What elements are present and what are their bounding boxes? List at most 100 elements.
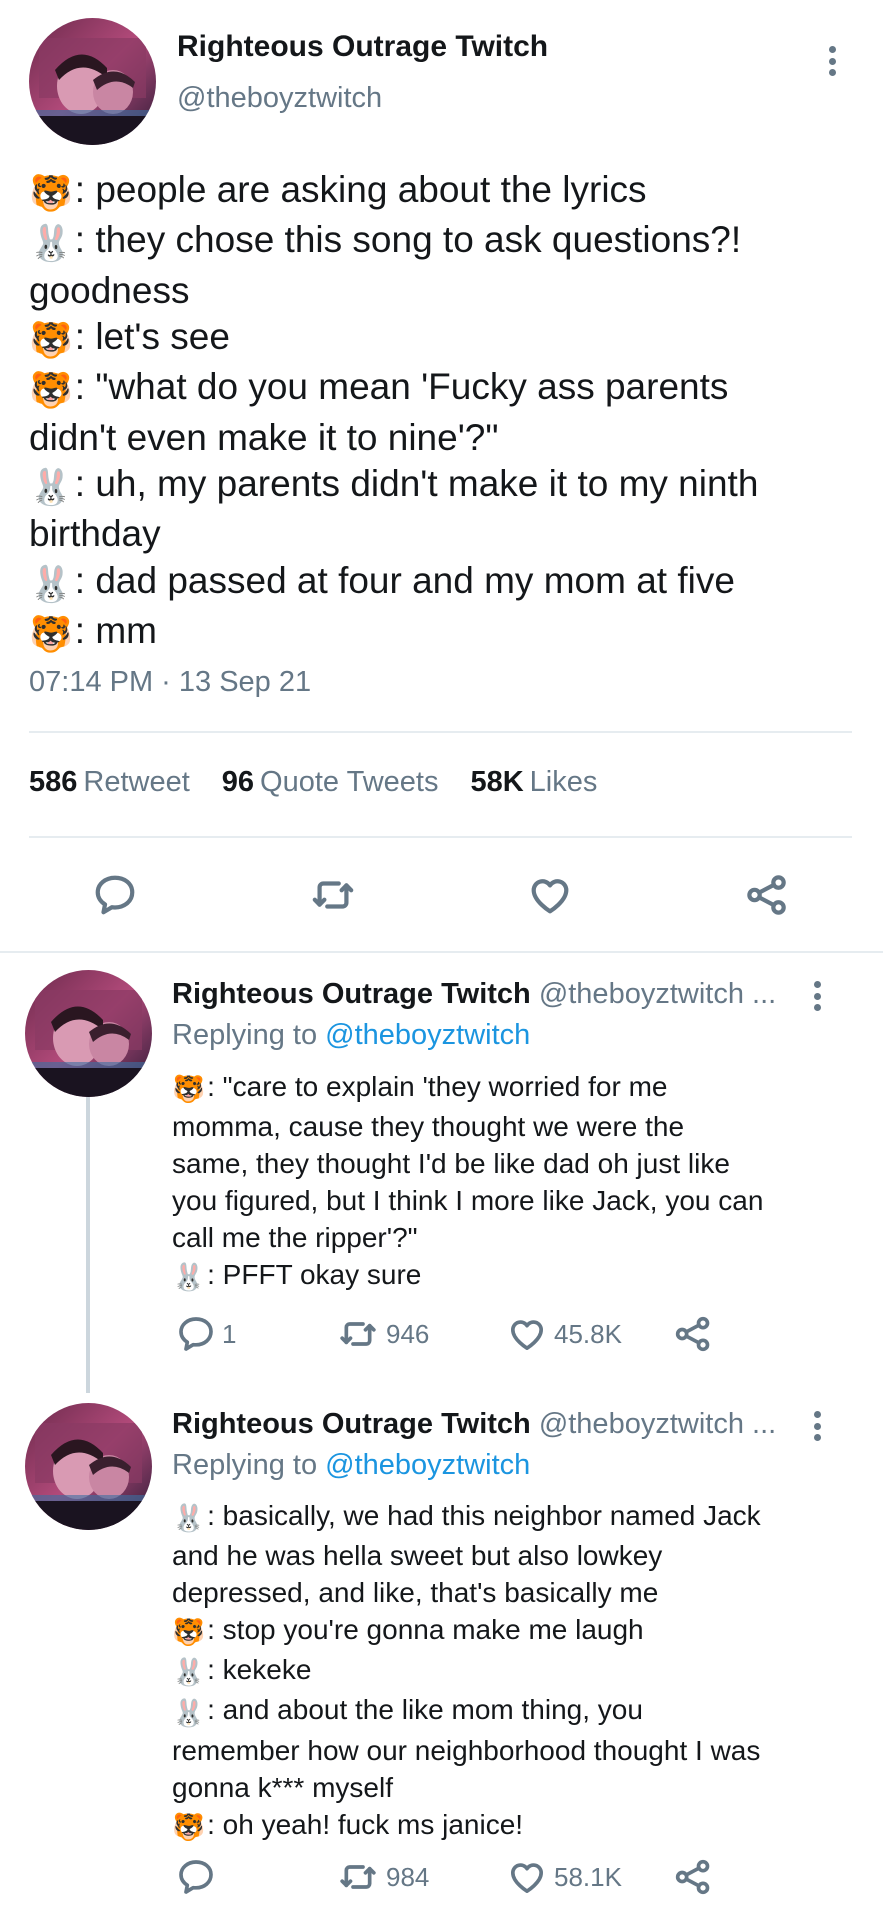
share-button[interactable] [673, 1314, 713, 1354]
avatar-image [25, 970, 152, 1097]
divider [29, 731, 852, 733]
tweet-line: 🐯: "what do you mean 'Fucky ass parents … [29, 364, 859, 461]
avatar[interactable] [25, 1403, 152, 1530]
avatar[interactable] [25, 970, 152, 1097]
reply-line: 🐰: kekeke [172, 1651, 862, 1691]
likes-label: Likes [529, 766, 598, 798]
reply-line: 🐯: stop you're gonna make me laugh [172, 1611, 862, 1651]
reply-button[interactable]: 1 [176, 1314, 236, 1354]
reply-count: 1 [222, 1318, 237, 1349]
tiger-emoji-icon: 🐯 [172, 1074, 206, 1106]
tiger-emoji-icon: 🐯 [29, 614, 73, 656]
heart-icon [510, 1320, 544, 1350]
reply-line: 🐰: PFFT okay sure [172, 1256, 862, 1296]
reply-line-text: : "care to explain 'they worried for me … [172, 1071, 764, 1254]
reply-icon [179, 1860, 213, 1894]
tweet-line: 🐰: uh, my parents didn't make it to my n… [29, 461, 859, 558]
reply-line-text: : stop you're gonna make me laugh [207, 1614, 644, 1646]
tiger-emoji-icon: 🐯 [172, 1617, 206, 1649]
tweet-line: 🐯: let's see [29, 314, 859, 364]
tweet-line: 🐯: mm [29, 608, 859, 658]
retweet-count: 984 [386, 1861, 430, 1892]
reply-tweet: Righteous Outrage Twitch @theboyztwitch … [0, 1393, 883, 1920]
tweet-line: 🐯: people are asking about the lyrics [29, 167, 859, 217]
rabbit-emoji-icon: 🐰 [172, 1657, 206, 1689]
author-handle[interactable]: @theboyztwitch ... [539, 978, 776, 1010]
reply-line: 🐰: basically, we had this neighbor named… [172, 1497, 862, 1611]
tiger-emoji-icon: 🐯 [29, 319, 73, 361]
rabbit-emoji-icon: 🐰 [172, 1262, 206, 1294]
quotes-count: 96 [221, 766, 255, 798]
tiger-emoji-icon: 🐯 [172, 1811, 206, 1843]
retweets-count: 586 [29, 766, 78, 798]
author-name[interactable]: Righteous Outrage Twitch [172, 978, 531, 1010]
replying-to-link[interactable]: @theboyztwitch [325, 1449, 530, 1481]
author-handle[interactable]: @theboyztwitch [177, 82, 382, 115]
author-name[interactable]: Righteous Outrage Twitch [172, 1408, 531, 1440]
reply-tweet: Righteous Outrage Twitch @theboyztwitch … [0, 953, 883, 1393]
rabbit-emoji-icon: 🐰 [29, 223, 73, 265]
heart-icon [531, 879, 569, 914]
reply-line-text: : basically, we had this neighbor named … [172, 1500, 761, 1609]
share-icon [675, 1859, 710, 1895]
tweet-line-text: : dad passed at four and my mom at five [74, 559, 735, 601]
tweet-text: 🐯: people are asking about the lyrics 🐰:… [29, 167, 859, 659]
tweet-line-text: : let's see [74, 316, 230, 358]
replying-to: Replying to @theboyztwitch [172, 1449, 530, 1482]
like-count: 58.1K [554, 1861, 622, 1892]
tweet-stats: 586 Retweet 96 Quote Tweets 58K Likes [29, 766, 597, 799]
reply-line: 🐰: and about the like mom thing, you rem… [172, 1691, 862, 1805]
rabbit-emoji-icon: 🐰 [29, 563, 73, 605]
author-name[interactable]: Righteous Outrage Twitch [177, 30, 548, 64]
tweet-line-text: : mm [74, 610, 157, 652]
like-button[interactable]: 58.1K [506, 1857, 622, 1897]
tweet-timestamp[interactable]: 07:14 PM · 13 Sep 21 [29, 666, 311, 699]
rabbit-emoji-icon: 🐰 [29, 466, 73, 508]
retweet-icon [340, 1865, 376, 1889]
retweets-stat[interactable]: 586 Retweet [29, 766, 190, 799]
share-button[interactable] [673, 1857, 713, 1897]
reply-line-text: : and about the like mom thing, you reme… [172, 1694, 761, 1803]
avatar-image [29, 18, 156, 145]
reply-line: 🐯: oh yeah! fuck ms janice! [172, 1806, 862, 1846]
reply-button[interactable] [176, 1857, 222, 1897]
like-count: 45.8K [554, 1318, 622, 1349]
retweet-icon [312, 881, 354, 909]
more-options-icon[interactable] [809, 981, 825, 1011]
reply-text: 🐰: basically, we had this neighbor named… [172, 1497, 862, 1846]
likes-stat[interactable]: 58K Likes [470, 766, 597, 799]
reply-icon [95, 875, 135, 915]
retweet-count: 946 [386, 1318, 430, 1349]
reply-text: 🐯: "care to explain 'they worried for me… [172, 1068, 862, 1296]
share-icon [747, 875, 786, 915]
more-options-icon[interactable] [824, 46, 840, 76]
tiger-emoji-icon: 🐯 [29, 172, 73, 214]
like-button[interactable]: 45.8K [506, 1314, 622, 1354]
thread-line [86, 1097, 90, 1393]
reply-line-text: : PFFT okay sure [207, 1259, 422, 1291]
author-handle[interactable]: @theboyztwitch ... [539, 1408, 776, 1440]
avatar[interactable] [29, 18, 156, 145]
rabbit-emoji-icon: 🐰 [172, 1697, 206, 1729]
main-tweet: Righteous Outrage Twitch @theboyztwitch … [0, 0, 883, 952]
reply-header: Righteous Outrage Twitch @theboyztwitch … [172, 1408, 776, 1441]
more-options-icon[interactable] [809, 1411, 825, 1441]
share-button[interactable] [744, 872, 790, 918]
tweet-line-text: : "what do you mean 'Fucky ass parents d… [29, 366, 729, 458]
reply-header: Righteous Outrage Twitch @theboyztwitch … [172, 978, 776, 1011]
like-button[interactable] [526, 872, 574, 918]
rabbit-emoji-icon: 🐰 [172, 1503, 206, 1535]
reply-line-text: : kekeke [207, 1654, 312, 1686]
retweet-button[interactable]: 946 [336, 1314, 429, 1354]
retweets-label: Retweet [83, 766, 190, 798]
share-icon [675, 1316, 710, 1352]
retweet-button[interactable] [308, 872, 358, 918]
replying-to-link[interactable]: @theboyztwitch [325, 1019, 530, 1051]
quotes-label: Quote Tweets [260, 766, 439, 798]
reply-icon [179, 1317, 213, 1351]
quotes-stat[interactable]: 96 Quote Tweets [222, 766, 439, 799]
reply-line-text: : oh yeah! fuck ms janice! [207, 1808, 524, 1840]
divider [29, 836, 852, 838]
retweet-button[interactable]: 984 [336, 1857, 429, 1897]
reply-button[interactable] [92, 872, 138, 918]
